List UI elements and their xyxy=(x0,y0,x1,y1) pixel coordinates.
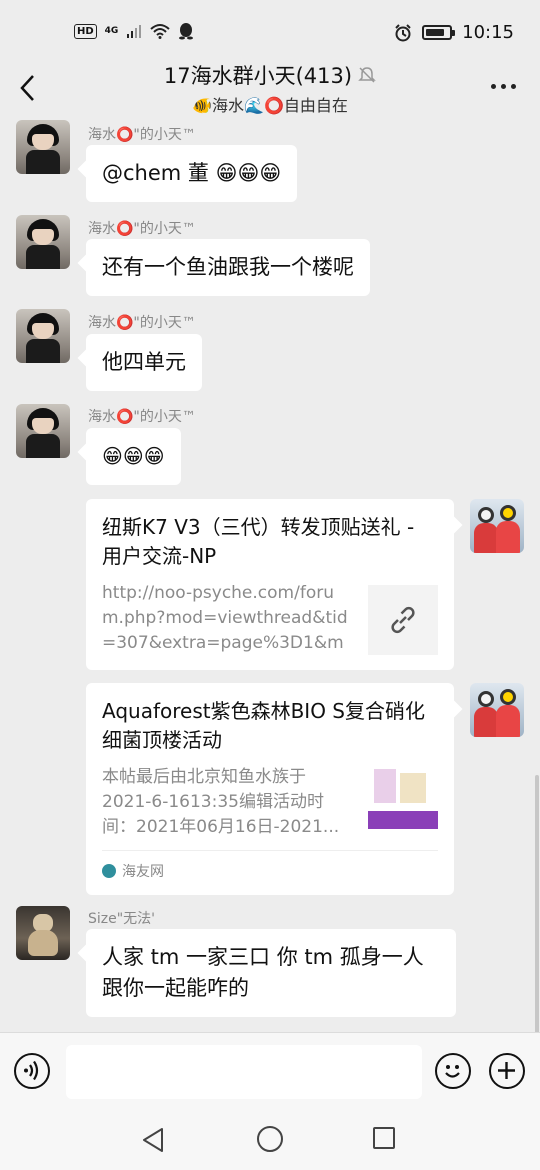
message-text: 😁😁😁 xyxy=(102,444,165,468)
chat-message-list[interactable]: 海水⭕"的小天™ @chem 董 😁😁😁 海水⭕"的小天™ 还有一个鱼油跟我一个… xyxy=(0,120,540,1032)
chat-header: 17海水群小天(413) 🐠海水🌊⭕自由自在 xyxy=(0,56,540,120)
avatar[interactable] xyxy=(16,215,70,269)
status-left: HD 4G xyxy=(74,22,194,40)
voice-button[interactable] xyxy=(14,1053,50,1089)
wifi-icon xyxy=(150,24,170,39)
link-card-description: 本帖最后由北京知鱼水族于2021-6-1613:35编辑活动时间：2021年06… xyxy=(102,767,340,837)
link-card-title: Aquaforest紫色森林BIO S复合硝化细菌顶楼活动 xyxy=(102,699,425,752)
message-text: 还有一个鱼油跟我一个楼呢 xyxy=(102,255,354,279)
hd-badge: HD xyxy=(74,23,97,39)
link-card-description: http://noo-psyche.com/forum.php?mod=view… xyxy=(102,583,348,653)
battery-icon xyxy=(422,25,456,40)
link-card-title: 纽斯K7 V3（三代）转发顶贴送礼 - 用户交流-NP xyxy=(102,515,415,568)
mute-bell-icon xyxy=(358,67,376,83)
message-text: @chem 董 😁😁😁 xyxy=(102,161,282,185)
link-card-thumbnail xyxy=(368,585,438,655)
link-card[interactable]: Aquaforest紫色森林BIO S复合硝化细菌顶楼活动 本帖最后由北京知鱼水… xyxy=(86,683,454,895)
link-card-source-name: 海友网 xyxy=(122,864,164,880)
signal-icon xyxy=(127,25,142,38)
chat-subtitle: 🐠海水🌊⭕自由自在 xyxy=(192,96,348,115)
system-home-icon[interactable] xyxy=(257,1126,283,1152)
link-card-thumbnail xyxy=(368,765,438,835)
sender-name: 海水⭕"的小天™ xyxy=(88,315,196,331)
message-bubble[interactable]: 他四单元 xyxy=(86,334,202,391)
scrollbar[interactable] xyxy=(535,775,539,1032)
clock: 10:15 xyxy=(462,22,514,43)
my-avatar[interactable] xyxy=(470,683,524,737)
more-icon[interactable] xyxy=(491,84,516,89)
avatar[interactable] xyxy=(16,120,70,174)
message-bubble[interactable]: 人家 tm 一家三口 你 tm 孤身一人跟你一起能咋的 xyxy=(86,929,456,1017)
link-card[interactable]: 纽斯K7 V3（三代）转发顶贴送礼 - 用户交流-NP http://noo-p… xyxy=(86,499,454,670)
message-bubble[interactable]: 😁😁😁 xyxy=(86,428,181,485)
status-bar: HD 4G 10:15 xyxy=(0,0,540,62)
link-card-source: 海友网 xyxy=(102,850,438,881)
message-bubble[interactable]: @chem 董 😁😁😁 xyxy=(86,145,298,202)
message-bubble[interactable]: 还有一个鱼油跟我一个楼呢 xyxy=(86,239,370,296)
emoji-icon xyxy=(445,1065,460,1078)
status-right: 10:15 xyxy=(394,22,514,43)
sender-name: 海水⭕"的小天™ xyxy=(88,409,196,425)
system-navigation xyxy=(0,1110,540,1170)
alarm-icon xyxy=(395,23,411,41)
input-bar xyxy=(0,1032,540,1110)
message-text: 人家 tm 一家三口 你 tm 孤身一人跟你一起能咋的 xyxy=(102,945,424,1000)
plus-button[interactable] xyxy=(489,1053,525,1089)
voice-icon xyxy=(24,1060,39,1081)
chat-title: 17海水群小天(413) xyxy=(0,60,540,90)
system-recents-icon[interactable] xyxy=(373,1127,395,1149)
my-avatar[interactable] xyxy=(470,499,524,553)
qq-icon xyxy=(179,23,194,40)
plus-icon xyxy=(498,1062,515,1079)
sender-name: 海水⭕"的小天™ xyxy=(88,221,196,237)
sender-name: Size"无法' xyxy=(88,911,156,927)
message-text: 他四单元 xyxy=(102,350,186,374)
chat-title-text: 17海水群小天(413) xyxy=(163,64,353,88)
emoji-button[interactable] xyxy=(435,1053,471,1089)
avatar[interactable] xyxy=(16,309,70,363)
source-logo-icon xyxy=(102,864,116,878)
avatar[interactable] xyxy=(16,404,70,458)
sender-name: 海水⭕"的小天™ xyxy=(88,127,196,143)
network-type: 4G xyxy=(104,26,119,36)
link-icon xyxy=(391,606,415,634)
system-back-icon[interactable] xyxy=(140,1126,168,1154)
message-input[interactable] xyxy=(66,1045,422,1099)
avatar[interactable] xyxy=(16,906,70,960)
